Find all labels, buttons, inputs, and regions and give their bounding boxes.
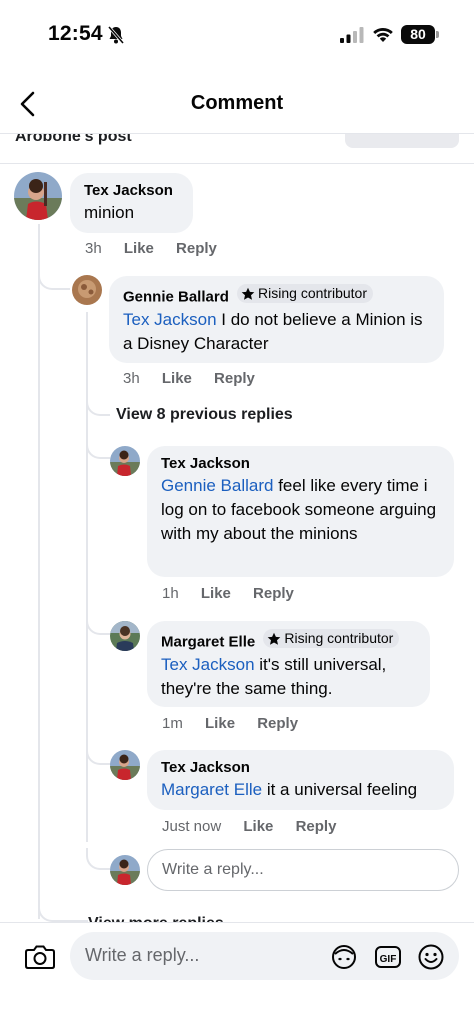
comment-actions: 3h Like Reply xyxy=(85,240,235,257)
signal-icon xyxy=(340,27,364,43)
reply-button[interactable]: Reply xyxy=(214,370,255,387)
reply-button[interactable]: Reply xyxy=(253,585,294,602)
thread-connector xyxy=(86,394,110,416)
composer-input[interactable]: Write a reply... GIF xyxy=(70,932,459,980)
header: Comment xyxy=(0,74,474,134)
comment-time: 1m xyxy=(162,715,183,732)
mention-link[interactable]: Gennie Ballard xyxy=(161,476,273,495)
comment-author-name[interactable]: Gennie Ballard xyxy=(123,289,229,306)
mention-link[interactable]: Tex Jackson xyxy=(161,655,255,674)
divider xyxy=(0,163,474,164)
reply-input[interactable]: Write a reply... xyxy=(147,849,459,891)
avatar-photo xyxy=(110,855,140,885)
comment-actions: 3h Like Reply xyxy=(123,370,273,387)
bottom-composer-bar: Write a reply... GIF xyxy=(0,922,474,1028)
mention-link[interactable]: Margaret Elle xyxy=(161,780,262,799)
comment-bubble[interactable]: Tex Jackson Margaret Elle it a universal… xyxy=(147,750,454,810)
page-title: Comment xyxy=(190,92,284,114)
star-icon xyxy=(241,287,255,300)
thread-connector xyxy=(86,437,110,459)
avatar-photo xyxy=(14,172,62,220)
status-bar: 12:54 80 xyxy=(0,0,474,70)
avatar[interactable] xyxy=(110,621,140,651)
like-button[interactable]: Like xyxy=(201,585,231,602)
battery-cap xyxy=(436,31,439,38)
comment-text: Margaret Elle it a universal feeling xyxy=(161,778,442,802)
comment-text: Gennie Ballard feel like every time i lo… xyxy=(161,474,442,546)
comment-text: Tex Jackson it's still universal, they'r… xyxy=(161,653,418,701)
comment-author: Margaret Elle Rising contributor xyxy=(161,629,418,653)
comment-time: Just now xyxy=(162,818,222,835)
comment-author-name[interactable]: Margaret Elle xyxy=(161,634,255,651)
comment-text: minion xyxy=(84,203,135,222)
post-ref-button[interactable] xyxy=(345,134,459,148)
wifi-icon xyxy=(373,27,393,42)
thread-line-main xyxy=(38,224,40,919)
reply-button[interactable]: Reply xyxy=(296,818,337,835)
thread-connector xyxy=(38,900,88,922)
camera-icon[interactable] xyxy=(24,943,56,971)
avatar[interactable] xyxy=(14,172,62,220)
comment-author[interactable]: Tex Jackson xyxy=(161,758,442,778)
like-button[interactable]: Like xyxy=(124,240,154,257)
comment-author[interactable]: Tex Jackson xyxy=(161,454,442,474)
comment-bubble[interactable]: Gennie Ballard Rising contributor Tex Ja… xyxy=(109,276,444,363)
thread-connector xyxy=(86,848,110,870)
bell-off-icon xyxy=(107,26,125,44)
like-button[interactable]: Like xyxy=(205,715,235,732)
comment-bubble[interactable]: Tex Jackson minion xyxy=(70,173,193,233)
avatar-photo xyxy=(72,275,102,305)
comment-time: 3h xyxy=(123,370,140,387)
post-ref-strip: Arobone's post xyxy=(0,134,474,163)
like-button[interactable]: Like xyxy=(243,818,273,835)
battery-icon: 80 xyxy=(401,25,435,44)
post-reference[interactable]: Arobone's post xyxy=(15,134,132,146)
thread-connector xyxy=(86,613,110,635)
avatar-sticker-icon[interactable] xyxy=(330,943,358,971)
comment-author: Gennie Ballard Rising contributor xyxy=(123,284,432,308)
comment-actions: Just now Like Reply xyxy=(162,818,354,835)
avatar xyxy=(110,855,140,885)
comment-actions: 1h Like Reply xyxy=(162,585,312,602)
badge-label: Rising contributor xyxy=(284,630,394,646)
comment-body: it a universal feeling xyxy=(262,780,418,799)
thread-connector xyxy=(38,266,70,290)
view-previous-replies[interactable]: View 8 previous replies xyxy=(116,406,293,424)
avatar[interactable] xyxy=(72,275,102,305)
reply-button[interactable]: Reply xyxy=(176,240,217,257)
rising-contributor-badge: Rising contributor xyxy=(237,284,373,303)
rising-contributor-badge: Rising contributor xyxy=(263,629,400,648)
status-time: 12:54 xyxy=(48,22,103,45)
comment-time: 3h xyxy=(85,240,102,257)
avatar[interactable] xyxy=(110,750,140,780)
avatar-photo xyxy=(110,750,140,780)
thread-line-nested xyxy=(86,312,88,842)
avatar[interactable] xyxy=(110,446,140,476)
reply-button[interactable]: Reply xyxy=(257,715,298,732)
svg-text:GIF: GIF xyxy=(380,954,397,965)
comment-bubble[interactable]: Margaret Elle Rising contributor Tex Jac… xyxy=(147,621,430,707)
comment-text: Tex Jackson I do not believe a Minion is… xyxy=(123,308,432,356)
comment-actions: 1m Like Reply xyxy=(162,715,316,732)
star-icon xyxy=(268,632,281,645)
comment-time: 1h xyxy=(162,585,179,602)
badge-label: Rising contributor xyxy=(258,285,367,301)
like-button[interactable]: Like xyxy=(162,370,192,387)
emoji-icon[interactable] xyxy=(417,943,445,971)
mention-link[interactable]: Tex Jackson xyxy=(123,310,217,329)
avatar-photo xyxy=(110,446,140,476)
comment-author[interactable]: Tex Jackson xyxy=(84,181,181,201)
gif-icon[interactable]: GIF xyxy=(374,943,402,971)
avatar-photo xyxy=(110,621,140,651)
thread-connector xyxy=(86,743,110,765)
composer-placeholder: Write a reply... xyxy=(85,945,200,965)
comment-bubble[interactable]: Tex Jackson Gennie Ballard feel like eve… xyxy=(147,446,454,577)
